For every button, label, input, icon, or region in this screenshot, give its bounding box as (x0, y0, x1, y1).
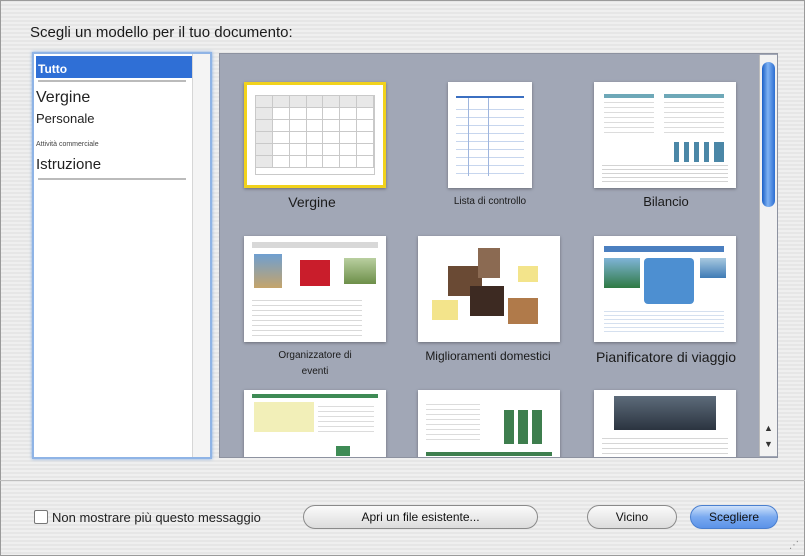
scroll-up-icon[interactable]: ▲ (762, 421, 775, 435)
template-checklist-thumbnail[interactable] (448, 82, 532, 188)
template-event-organizer-label[interactable]: Organizzatore di (225, 350, 405, 361)
category-separator (38, 80, 186, 82)
template-home-improvement-label[interactable]: Miglioramenti domestici (398, 349, 578, 363)
template-grid: Vergine Lista di controllo Bilancio Orga… (219, 53, 778, 458)
template-blank-thumbnail[interactable] (244, 82, 386, 188)
category-education[interactable]: Istruzione (36, 156, 101, 173)
category-business[interactable]: Attività commerciale (36, 141, 99, 148)
dialog-prompt: Scegli un modello per il tuo documento: (30, 24, 293, 41)
template-mortgage-thumbnail[interactable] (418, 390, 560, 457)
open-existing-file-button[interactable]: Apri un file esistente... (303, 505, 538, 529)
template-car-comparison-thumbnail[interactable] (594, 390, 736, 457)
category-list: Tutto Vergine Personale Attività commerc… (34, 54, 192, 457)
template-budget-thumbnail[interactable] (594, 82, 736, 188)
template-home-improvement-thumbnail[interactable] (418, 236, 560, 342)
scroll-down-icon[interactable]: ▼ (762, 437, 775, 451)
category-separator (38, 178, 186, 180)
choose-button[interactable]: Scegliere (690, 505, 778, 529)
sidebar-scrollbar[interactable] (192, 54, 210, 457)
template-scrollbar[interactable]: ▲ ▼ (759, 55, 777, 456)
template-travel-planner-thumbnail[interactable] (594, 236, 736, 342)
close-button[interactable]: Vicino (587, 505, 677, 529)
template-budget-label[interactable]: Bilancio (576, 194, 756, 209)
resize-grip-icon[interactable]: ⋰ (789, 540, 799, 551)
category-personal[interactable]: Personale (36, 111, 95, 126)
dont-show-again-label[interactable]: Non mostrare più questo messaggio (52, 510, 261, 525)
template-loan-thumbnail[interactable] (244, 390, 386, 457)
scrollbar-thumb[interactable] (762, 62, 775, 207)
template-travel-planner-label[interactable]: Pianificatore di viaggio (576, 349, 756, 365)
category-all[interactable]: Tutto (36, 56, 192, 78)
template-event-organizer-thumbnail[interactable] (244, 236, 386, 342)
category-blank[interactable]: Vergine (36, 89, 90, 107)
dont-show-again-checkbox[interactable] (34, 510, 48, 524)
category-sidebar: Tutto Vergine Personale Attività commerc… (32, 52, 212, 459)
template-checklist-label[interactable]: Lista di controllo (400, 196, 580, 207)
template-event-organizer-label-line2[interactable]: eventi (225, 366, 405, 377)
footer-divider (0, 480, 805, 481)
template-blank-label[interactable]: Vergine (222, 194, 402, 210)
